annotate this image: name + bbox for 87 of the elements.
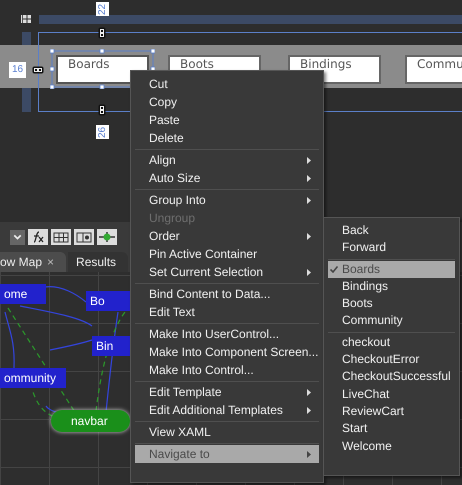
menu-item-label: Welcome	[342, 438, 392, 453]
menu-item[interactable]: Boards	[328, 260, 455, 278]
menu-item-label: Community	[342, 313, 403, 328]
menu-item[interactable]: Group Into	[135, 191, 319, 209]
menu-item-label: Boards	[342, 262, 380, 276]
nav-button[interactable]: Boards	[56, 55, 149, 84]
menu-item[interactable]: LiveChat	[328, 386, 455, 403]
menu-item-label: Auto Size	[149, 171, 200, 185]
menu-item-label: Order	[149, 229, 180, 243]
menu-item-label: Boots	[342, 296, 373, 310]
close-icon[interactable]: ×	[47, 255, 54, 269]
menu-item[interactable]: Edit Template	[135, 383, 319, 401]
menu-item[interactable]: checkout	[328, 334, 455, 352]
menu-item-label: Copy	[149, 95, 178, 109]
link-icon[interactable]	[98, 27, 106, 39]
menu-item-label: LiveChat	[342, 386, 390, 401]
map-node[interactable]: Bo	[86, 291, 130, 311]
menu-item-label: Group Into	[149, 193, 206, 207]
menu-item[interactable]: CheckoutError	[328, 351, 455, 368]
menu-item[interactable]: Make Into UserControl...	[135, 325, 319, 343]
menu-item[interactable]: Paste	[135, 111, 319, 129]
menu-item-label: Edit Additional Templates	[149, 403, 283, 417]
node-icon[interactable]	[97, 229, 117, 245]
margin-label: 26	[96, 125, 109, 139]
menu-item-label: checkout	[342, 334, 390, 349]
menu-item[interactable]: Community	[328, 312, 455, 330]
menu-item[interactable]: Auto Size	[135, 169, 319, 187]
menu-item[interactable]: Boots	[328, 295, 455, 312]
menu-item[interactable]: Bindings	[328, 278, 455, 296]
menu-item-label: Make Into Control...	[149, 363, 254, 377]
grid-icon[interactable]	[21, 14, 31, 24]
menu-item-label: Delete	[149, 131, 184, 145]
menu-item[interactable]: Navigate to	[135, 445, 319, 463]
menu-item-label: Make Into Component Screen...	[149, 345, 318, 359]
margin-label: 16	[9, 62, 26, 78]
tab-label: ow Map	[0, 255, 42, 269]
map-node[interactable]: ommunity	[0, 368, 66, 388]
menu-item-label: Paste	[149, 113, 180, 127]
map-node[interactable]: ome	[0, 284, 46, 304]
menu-item[interactable]: Forward	[328, 239, 455, 257]
menu-item[interactable]: View XAML	[135, 423, 319, 441]
menu-item-label: Forward	[342, 240, 386, 254]
menu-item-label: Navigate to	[149, 447, 210, 461]
menu-item-label: Start	[342, 421, 368, 436]
dropdown-caret-icon[interactable]	[10, 230, 25, 244]
menu-item[interactable]: Edit Additional Templates	[135, 401, 319, 419]
menu-item-label: View XAML	[149, 425, 211, 439]
tab-label: Results	[76, 255, 116, 269]
panel-tab[interactable]: ow Map ×	[0, 252, 66, 272]
menu-item[interactable]: Set Current Selection	[135, 263, 319, 281]
link-icon[interactable]	[32, 66, 44, 74]
menu-item-label: CheckoutSuccessful	[342, 369, 451, 384]
menu-item-label: Align	[149, 153, 176, 167]
menu-item-label: Back	[342, 223, 369, 237]
menu-item[interactable]: Make Into Control...	[135, 361, 319, 379]
checkmark-icon	[330, 266, 338, 273]
menu-item-label: Pin Active Container	[149, 247, 258, 261]
menu-item-label: Edit Text	[149, 305, 195, 319]
link-icon[interactable]	[98, 104, 106, 116]
function-icon[interactable]	[28, 229, 48, 245]
menu-item-label: ReviewCart	[342, 404, 404, 418]
menu-item[interactable]: Bind Content to Data...	[135, 285, 319, 303]
menu-item[interactable]: CheckoutSuccessful	[328, 368, 455, 386]
menu-item-label: Bind Content to Data...	[149, 287, 270, 301]
panel-tab[interactable]: Results	[68, 252, 128, 272]
menu-item[interactable]: Make Into Component Screen...	[135, 343, 319, 361]
menu-item[interactable]: Start	[328, 420, 455, 438]
menu-item-label: Set Current Selection	[149, 265, 264, 279]
layout-icon[interactable]	[74, 229, 94, 245]
menu-item[interactable]: Copy	[135, 93, 319, 111]
map-node[interactable]: navbar	[51, 410, 130, 432]
menu-item-label: Bindings	[342, 278, 388, 293]
menu-item[interactable]: Pin Active Container	[135, 245, 319, 263]
menu-item[interactable]: Back	[328, 222, 455, 240]
menu-item-label: Edit Template	[149, 385, 222, 399]
menu-item[interactable]: Delete	[135, 129, 319, 147]
table-icon[interactable]	[51, 229, 71, 245]
menu-item[interactable]: Edit Text	[135, 303, 319, 321]
menu-item[interactable]: Align	[135, 151, 319, 169]
margin-label: 22	[96, 2, 109, 16]
menu-item[interactable]: Order	[135, 227, 319, 245]
menu-item-label: Make Into UserControl...	[149, 327, 280, 341]
menu-item[interactable]: Welcome	[328, 438, 455, 455]
menu-item-label: CheckoutError	[342, 352, 420, 366]
map-node[interactable]: Bin	[92, 336, 130, 356]
menu-item-label: Cut	[149, 77, 168, 91]
menu-item[interactable]: ReviewCart	[328, 402, 455, 420]
